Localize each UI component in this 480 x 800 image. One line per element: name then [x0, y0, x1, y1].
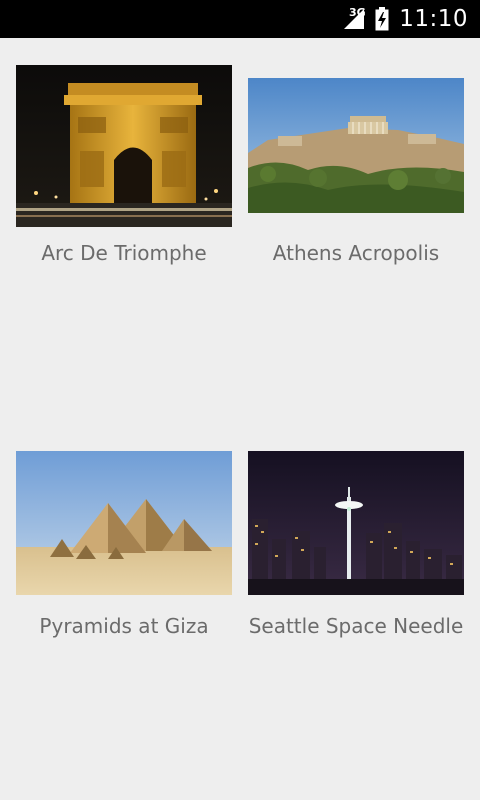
grid-item-title: Pyramids at Giza [39, 614, 209, 638]
status-icons: 11:10 [343, 0, 468, 38]
pyramids-at-giza-photo [16, 451, 232, 595]
grid-item-title: Arc De Triomphe [41, 241, 207, 265]
signal-icon [344, 9, 365, 29]
arc-de-triomphe-photo [16, 65, 232, 227]
athens-acropolis-photo [248, 78, 464, 213]
grid-item-title: Seattle Space Needle [248, 614, 464, 638]
battery-charging-icon [375, 7, 389, 31]
status-bar: 3G 11:10 [0, 0, 480, 38]
seattle-space-needle-photo [248, 451, 464, 595]
clock-time: 11:10 [399, 6, 468, 32]
grid-item-title: Athens Acropolis [272, 241, 440, 265]
